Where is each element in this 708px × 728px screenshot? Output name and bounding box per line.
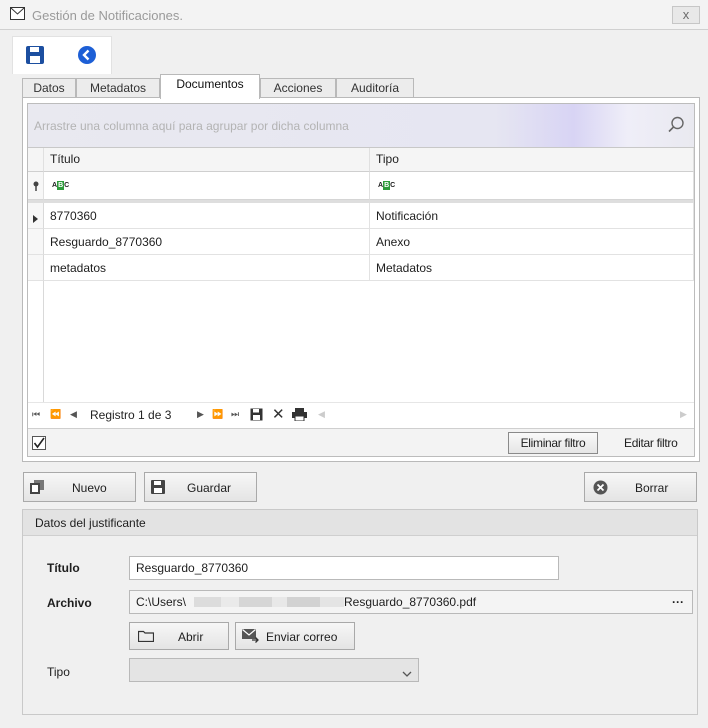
back-icon[interactable] <box>77 45 99 67</box>
filter-bar: Eliminar filtro Editar filtro <box>28 428 694 456</box>
filter-cell-tipo[interactable]: ABC <box>370 172 694 200</box>
edit-filter-link[interactable]: Editar filtro <box>624 436 678 450</box>
group-panel-hint: Arrastre una columna aquí para agrupar p… <box>34 119 349 133</box>
search-icon[interactable] <box>666 115 686 138</box>
redacted-username <box>194 597 344 607</box>
save-button-label: Guardar <box>187 481 232 495</box>
text-filter-icon: ABC <box>378 181 396 190</box>
column-header-titulo[interactable]: Título <box>44 148 370 172</box>
tab-metadatos[interactable]: Metadatos <box>76 78 160 98</box>
delete-button[interactable]: Borrar <box>584 472 697 502</box>
record-counter: Registro 1 de 3 <box>90 408 172 422</box>
filter-row-indicator <box>28 172 44 200</box>
hscroll-left-icon[interactable]: ◀ <box>318 409 325 420</box>
header-indicator-cell <box>28 148 44 172</box>
table-cell-titulo[interactable]: metadatos <box>44 255 370 281</box>
table-cell-titulo[interactable]: 8770360 <box>44 203 370 229</box>
remove-icon <box>593 480 608 498</box>
table-cell-tipo[interactable]: Metadatos <box>370 255 694 281</box>
tab-documentos[interactable]: Documentos <box>160 74 260 99</box>
next-page-icon[interactable]: ⏩ <box>212 409 223 420</box>
browse-ellipsis-button[interactable]: ··· <box>672 591 684 613</box>
row-indicator[interactable] <box>28 203 44 229</box>
new-button-label: Nuevo <box>72 481 107 495</box>
table-cell-tipo[interactable]: Notificación <box>370 203 694 229</box>
print-icon[interactable] <box>292 408 307 424</box>
row-indicator[interactable] <box>28 255 44 281</box>
window-close-button[interactable]: x <box>672 6 700 24</box>
archivo-path-filename: Resguardo_8770360.pdf <box>344 595 477 609</box>
previous-record-icon[interactable]: ◀ <box>70 409 77 420</box>
send-mail-icon <box>242 629 260 646</box>
save-button[interactable]: Guardar <box>144 472 257 502</box>
send-email-button-label: Enviar correo <box>266 630 338 644</box>
archivo-path-prefix: C:\Users\ <box>136 595 187 609</box>
group-panel[interactable]: Arrastre una columna aquí para agrupar p… <box>28 104 694 148</box>
tab-page-documentos: Arrastre una columna aquí para agrupar p… <box>22 97 700 462</box>
delete-button-label: Borrar <box>635 481 669 495</box>
justificante-header: Datos del justificante <box>23 510 697 536</box>
save-icon[interactable] <box>25 45 47 67</box>
filter-cell-titulo[interactable]: ABC <box>44 172 370 200</box>
tab-auditoria[interactable]: Auditoría <box>336 78 414 98</box>
justificante-panel: Datos del justificante Título Resguardo_… <box>22 509 698 715</box>
documents-grid: Arrastre una columna aquí para agrupar p… <box>27 103 695 457</box>
empty-indicator-area <box>28 281 44 402</box>
new-document-icon <box>30 480 44 497</box>
table-cell-titulo[interactable]: Resguardo_8770360 <box>44 229 370 255</box>
tipo-label: Tipo <box>47 665 70 679</box>
chevron-down-icon <box>402 663 412 685</box>
archivo-field[interactable]: C:\Users\ Resguardo_8770360.pdf ··· <box>129 590 693 614</box>
save-record-icon[interactable] <box>250 408 263 424</box>
current-row-arrow-icon <box>33 212 39 226</box>
open-button[interactable]: Abrir <box>129 622 229 650</box>
pin-icon <box>32 180 40 194</box>
open-button-label: Abrir <box>178 630 204 644</box>
next-record-icon[interactable]: ▶ <box>197 409 204 420</box>
first-record-icon[interactable]: ⏮ <box>32 409 40 420</box>
column-header-tipo[interactable]: Tipo <box>370 148 694 172</box>
archivo-label: Archivo <box>47 596 92 610</box>
last-record-icon[interactable]: ⏭ <box>231 409 239 420</box>
text-filter-icon: ABC <box>52 181 70 190</box>
window-title: Gestión de Notificaciones. <box>32 8 184 23</box>
folder-icon <box>137 630 155 645</box>
hscroll-right-icon[interactable]: ▶ <box>680 409 687 420</box>
cancel-edit-icon[interactable]: ✕ <box>272 405 285 423</box>
previous-page-icon[interactable]: ⏪ <box>50 409 61 420</box>
record-navigator: ⏮ ⏪ ◀ Registro 1 de 3 ▶ ⏩ ⏭ ✕ ◀ ▶ <box>28 402 694 428</box>
row-indicator[interactable] <box>28 229 44 255</box>
titulo-label: Título <box>47 561 80 575</box>
save-icon <box>151 480 165 497</box>
remove-filter-button[interactable]: Eliminar filtro <box>508 432 598 454</box>
filter-checkbox[interactable] <box>32 436 47 454</box>
titulo-field[interactable]: Resguardo_8770360 <box>129 556 559 580</box>
tipo-select[interactable] <box>129 658 419 682</box>
tab-acciones[interactable]: Acciones <box>260 78 336 98</box>
tab-datos[interactable]: Datos <box>22 78 76 98</box>
new-button[interactable]: Nuevo <box>23 472 136 502</box>
toolbar <box>12 36 112 74</box>
table-cell-tipo[interactable]: Anexo <box>370 229 694 255</box>
send-email-button[interactable]: Enviar correo <box>235 622 355 650</box>
mail-icon <box>10 7 25 23</box>
window-title-bar: Gestión de Notificaciones. x <box>0 0 708 30</box>
